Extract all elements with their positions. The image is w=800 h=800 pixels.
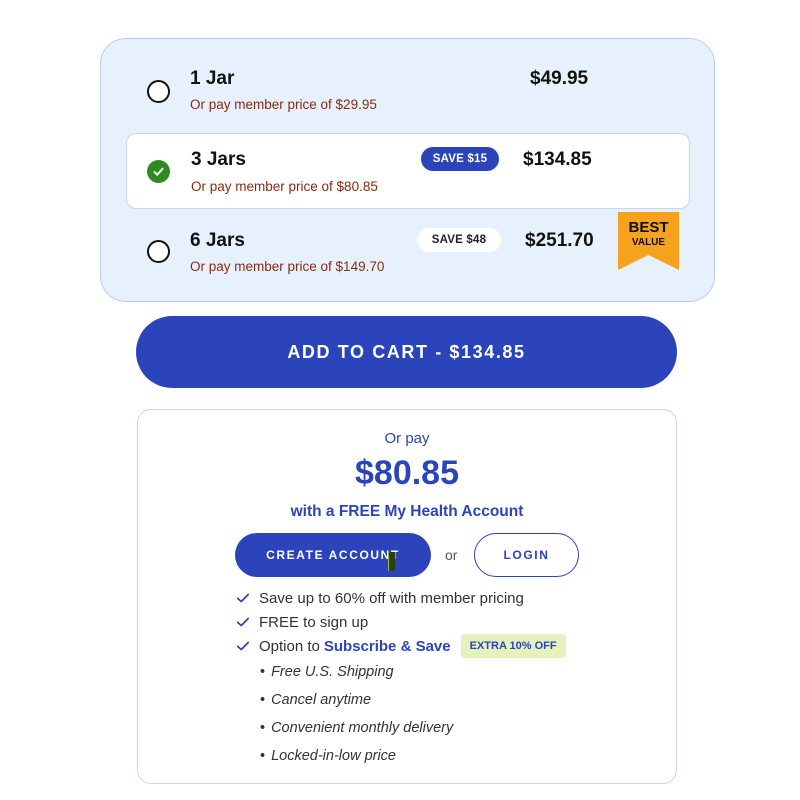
benefit-text: Save up to 60% off with member pricing xyxy=(259,589,524,607)
sub-benefit-text: Cancel anytime xyxy=(271,692,372,708)
option-price: $251.70 xyxy=(525,230,594,251)
option-member-price: Or pay member price of $149.70 xyxy=(190,259,385,274)
option-member-price: Or pay member price of $29.95 xyxy=(190,97,377,112)
sub-benefit-item: • Convenient monthly delivery xyxy=(260,720,453,736)
bullet-icon: • xyxy=(260,692,266,708)
subscribe-save-link[interactable]: Subscribe & Save xyxy=(324,638,451,655)
login-button[interactable]: LOGIN xyxy=(474,533,579,577)
sub-benefit-text: Free U.S. Shipping xyxy=(271,664,394,680)
sub-benefit-item: • Locked-in-low price xyxy=(260,748,396,764)
option-price: $134.85 xyxy=(523,149,592,170)
option-3-jars[interactable]: 3 Jars Or pay member price of $80.85 SAV… xyxy=(126,133,690,209)
benefit-item: Save up to 60% off with member pricing xyxy=(236,588,524,608)
sub-benefit-item: • Cancel anytime xyxy=(260,692,371,708)
benefit-text: Option to xyxy=(259,637,320,655)
add-to-cart-button[interactable]: ADD TO CART - $134.85 xyxy=(136,316,677,388)
bullet-icon: • xyxy=(260,720,266,736)
text-cursor-icon xyxy=(388,552,395,571)
bullet-icon: • xyxy=(260,748,266,764)
option-title: 1 Jar xyxy=(190,68,235,89)
or-pay-label: Or pay xyxy=(384,430,430,447)
account-tagline: with a FREE My Health Account xyxy=(290,503,524,520)
option-member-price: Or pay member price of $80.85 xyxy=(191,179,378,194)
save-badge: SAVE $48 xyxy=(417,228,501,252)
bullet-icon: • xyxy=(260,664,266,680)
value-label: VALUE xyxy=(631,237,666,248)
save-badge: SAVE $15 xyxy=(421,147,499,171)
benefit-item: Option to Subscribe & Save EXTRA 10% OFF xyxy=(236,634,566,658)
radio-unchecked-icon[interactable] xyxy=(147,240,170,263)
sub-benefit-text: Convenient monthly delivery xyxy=(271,720,454,736)
best-value-ribbon: BEST VALUE xyxy=(618,212,679,270)
option-title: 6 Jars xyxy=(190,230,245,251)
best-label: BEST xyxy=(628,219,669,236)
check-icon xyxy=(236,617,250,627)
create-account-button[interactable]: CREATE ACCOUNT xyxy=(235,533,431,577)
option-price: $49.95 xyxy=(530,68,589,89)
benefit-text: FREE to sign up xyxy=(259,613,369,631)
check-icon xyxy=(236,641,250,651)
check-icon xyxy=(236,593,250,603)
member-pricing-card: Or pay $80.85 with a FREE My Health Acco… xyxy=(137,409,677,784)
radio-checked-icon[interactable] xyxy=(147,160,170,183)
extra-discount-badge: EXTRA 10% OFF xyxy=(460,634,566,658)
option-title: 3 Jars xyxy=(191,149,246,170)
or-separator: or xyxy=(445,547,458,563)
member-price: $80.85 xyxy=(355,454,459,492)
radio-unchecked-icon[interactable] xyxy=(147,80,170,103)
benefit-item: FREE to sign up xyxy=(236,612,368,632)
sub-benefit-item: • Free U.S. Shipping xyxy=(260,664,394,680)
sub-benefit-text: Locked-in-low price xyxy=(271,748,396,764)
option-1-jar[interactable]: 1 Jar Or pay member price of $29.95 $49.… xyxy=(101,39,714,133)
